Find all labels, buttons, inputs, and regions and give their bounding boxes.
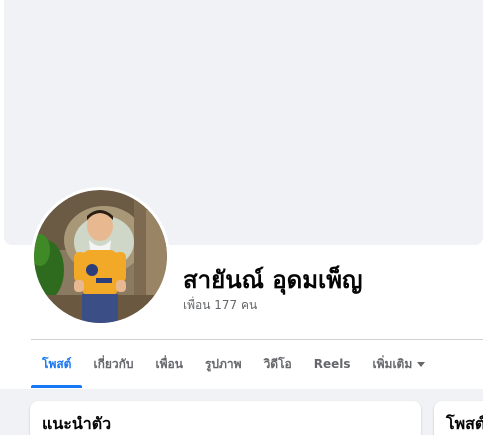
friends-number: 177 (214, 298, 238, 312)
tab-label: รูปภาพ (204, 356, 242, 371)
tab-posts[interactable]: โพสต์ (31, 340, 83, 388)
tab-label: เพิ่มเติม (372, 356, 413, 371)
tab-label: วิดีโอ (263, 356, 292, 371)
tab-reels[interactable]: Reels (303, 340, 362, 388)
friends-count[interactable]: เพื่อน 177 คน (183, 297, 257, 313)
tab-videos[interactable]: วิดีโอ (253, 340, 303, 388)
tab-photos[interactable]: รูปภาพ (194, 340, 253, 388)
avatar[interactable] (34, 190, 167, 323)
caret-down-icon (417, 361, 426, 367)
intro-card: แนะนำตัว (30, 401, 421, 435)
posts-card: โพสต์ (434, 401, 483, 435)
tab-label: โพสต์ (42, 356, 72, 371)
tab-label: เพื่อน (155, 356, 183, 371)
profile-page: สายันณ์ อุดมเพ็ญ เพื่อน 177 คน โพสต์ เกี… (0, 0, 483, 435)
tab-about[interactable]: เกี่ยวกับ (82, 340, 144, 388)
tab-more[interactable]: เพิ่มเติม (362, 340, 437, 388)
profile-tabs: โพสต์ เกี่ยวกับ เพื่อน รูปภาพ วิดีโอ Ree… (31, 340, 436, 388)
posts-card-title: โพสต์ (446, 414, 483, 433)
tab-label: เกี่ยวกับ (93, 356, 134, 371)
profile-name: สายันณ์ อุดมเพ็ญ (183, 266, 363, 294)
intro-card-title: แนะนำตัว (42, 414, 112, 433)
profile-picture[interactable] (31, 187, 170, 326)
friends-suffix: คน (240, 298, 258, 312)
tab-friends[interactable]: เพื่อน (145, 340, 194, 388)
friends-prefix: เพื่อน (183, 298, 211, 312)
tab-label: Reels (313, 357, 351, 371)
